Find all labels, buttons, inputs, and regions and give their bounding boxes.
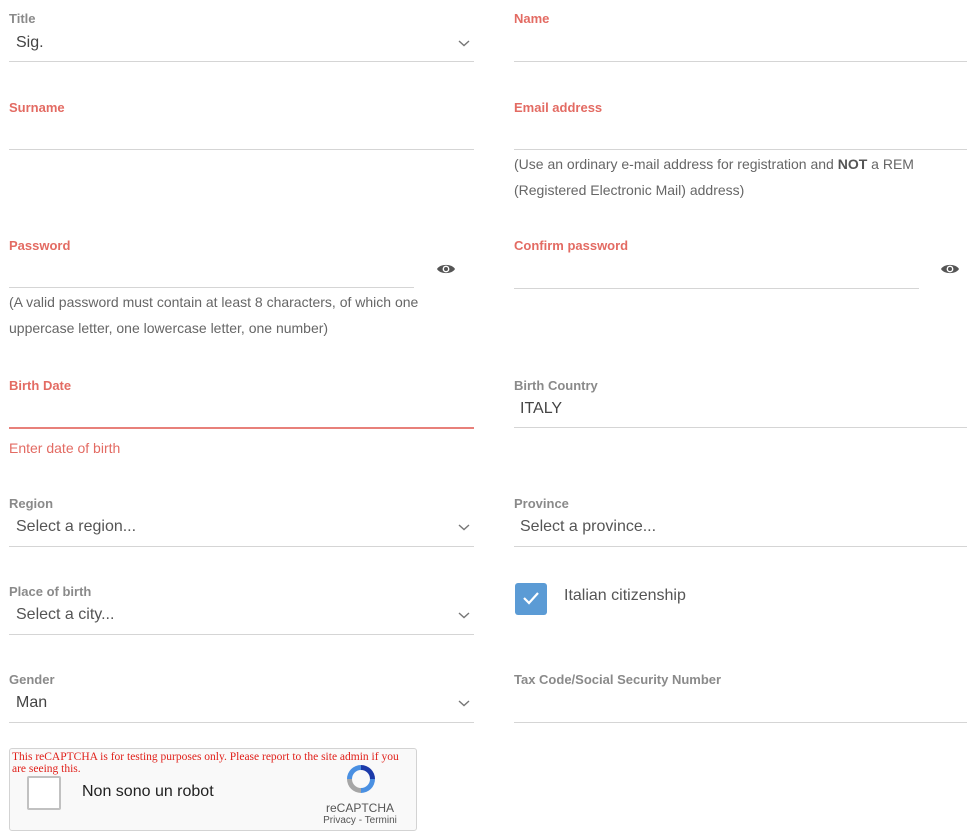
- password-hint: (A valid password must contain at least …: [9, 294, 419, 336]
- tax-code-input[interactable]: [514, 690, 967, 723]
- recaptcha-brand: reCAPTCHA: [325, 801, 394, 815]
- eye-icon[interactable]: [436, 262, 456, 276]
- email-input[interactable]: [514, 118, 967, 150]
- surname-label: Surname: [9, 100, 65, 115]
- province-label: Province: [514, 496, 569, 511]
- gender-select[interactable]: [9, 688, 474, 723]
- birth-date-error: Enter date of birth: [9, 440, 121, 456]
- recaptcha-links[interactable]: Privacy - Termini: [300, 815, 416, 826]
- region-select[interactable]: [9, 512, 474, 547]
- password-input[interactable]: [9, 256, 414, 288]
- confirm-password-input[interactable]: [514, 256, 919, 289]
- recaptcha-logo-icon: [340, 761, 382, 797]
- birth-date-label: Birth Date: [9, 378, 72, 393]
- place-of-birth-select[interactable]: [9, 600, 474, 635]
- birth-country-select[interactable]: [514, 394, 967, 428]
- eye-icon[interactable]: [940, 262, 960, 276]
- name-input-area[interactable]: [514, 28, 967, 62]
- email-label: Email address: [514, 100, 603, 115]
- birth-date-input[interactable]: [9, 396, 474, 428]
- italian-citizenship-label: Italian citizenship: [564, 587, 686, 604]
- region-label: Region: [9, 496, 54, 511]
- gender-label: Gender: [9, 672, 55, 687]
- name-label: Name: [514, 11, 550, 26]
- password-label: Password: [9, 238, 71, 253]
- confirm-password-label: Confirm password: [514, 238, 629, 253]
- email-hint: (Use an ordinary e-mail address for regi…: [514, 156, 914, 198]
- tax-code-label: Tax Code/Social Security Number: [514, 672, 722, 687]
- checkmark-icon: [523, 592, 539, 605]
- recaptcha-widget: This reCAPTCHA is for testing purposes o…: [9, 748, 417, 831]
- birth-country-label: Birth Country: [514, 378, 598, 393]
- province-select[interactable]: [514, 512, 967, 547]
- recaptcha-label: Non sono un robot: [82, 783, 214, 800]
- recaptcha-checkbox[interactable]: [27, 776, 61, 810]
- surname-input[interactable]: [9, 118, 474, 150]
- italian-citizenship-checkbox[interactable]: [515, 583, 547, 615]
- title-label: Title: [9, 11, 36, 26]
- title-select[interactable]: [9, 28, 474, 62]
- place-of-birth-label: Place of birth: [9, 584, 92, 599]
